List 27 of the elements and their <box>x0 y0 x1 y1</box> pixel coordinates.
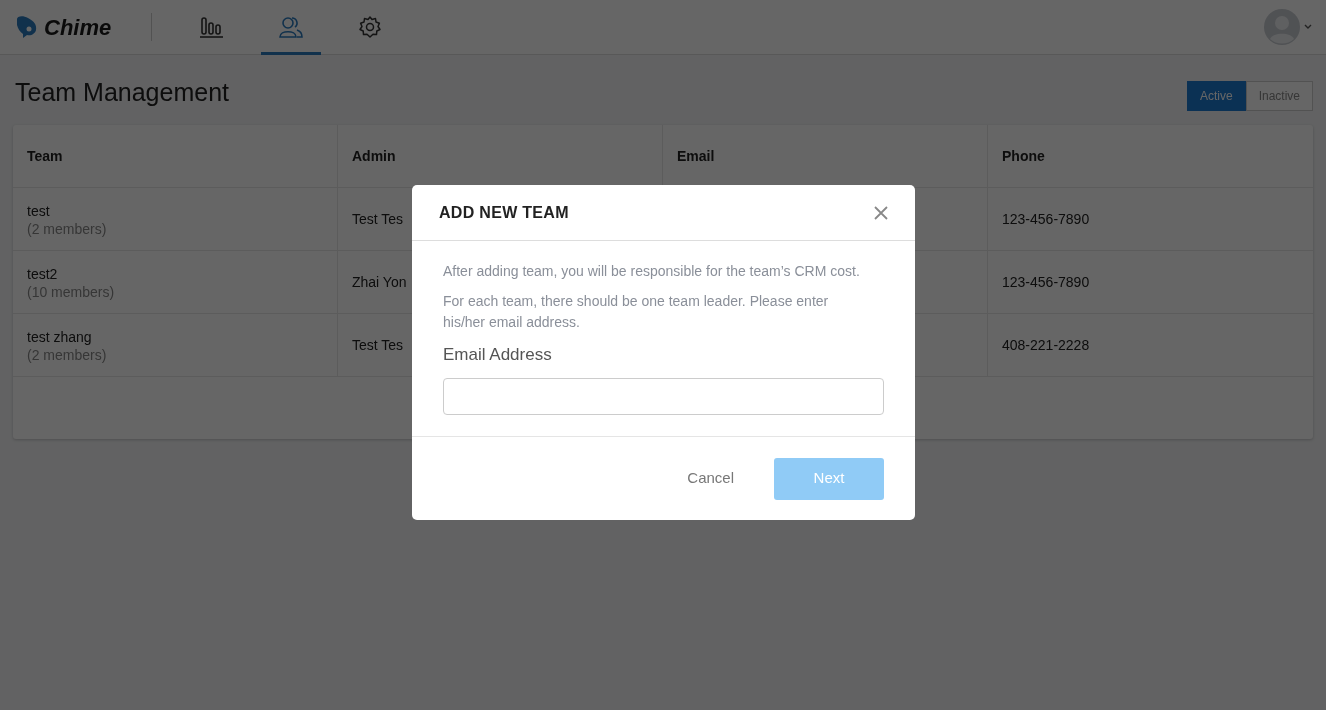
settings-icon <box>358 14 383 39</box>
team-name: test2 <box>27 264 58 284</box>
admin-name: Test Tes <box>352 209 404 229</box>
people-icon <box>278 14 305 39</box>
page-title: Team Management <box>15 77 229 107</box>
team-name: test zhang <box>27 327 92 347</box>
filter-toggle[interactable]: Active <box>1186 81 1246 111</box>
field-label: Email Address <box>443 344 553 367</box>
email-input[interactable] <box>443 377 884 415</box>
admin-name: Test Tes <box>352 335 404 355</box>
column-header: Team <box>27 146 63 166</box>
logo-text: Chime <box>44 13 112 42</box>
admin-name: Zhai Yon <box>352 272 407 292</box>
caret-icon[interactable] <box>1304 24 1312 30</box>
column-header: Phone <box>1002 146 1045 166</box>
column-header: Email <box>677 146 715 166</box>
phone-number: 123-456-7890 <box>1002 272 1090 292</box>
modal-text: After adding team, you will be responsible for the team’s CRM cost. <box>443 262 861 281</box>
phone-number: 408-221-2228 <box>1002 335 1090 355</box>
modal-title: ADD NEW TEAM <box>439 202 569 223</box>
phone-number: 123-456-7890 <box>1002 209 1090 229</box>
bar-chart-icon <box>199 14 226 39</box>
close-icon <box>874 206 888 221</box>
cancel-button[interactable]: Cancel <box>681 466 740 491</box>
team-name: test <box>27 201 50 221</box>
modal-text: For each team, there should be one team leader. Please enter his/her email address. <box>443 291 830 333</box>
column-header: Admin <box>352 146 396 166</box>
